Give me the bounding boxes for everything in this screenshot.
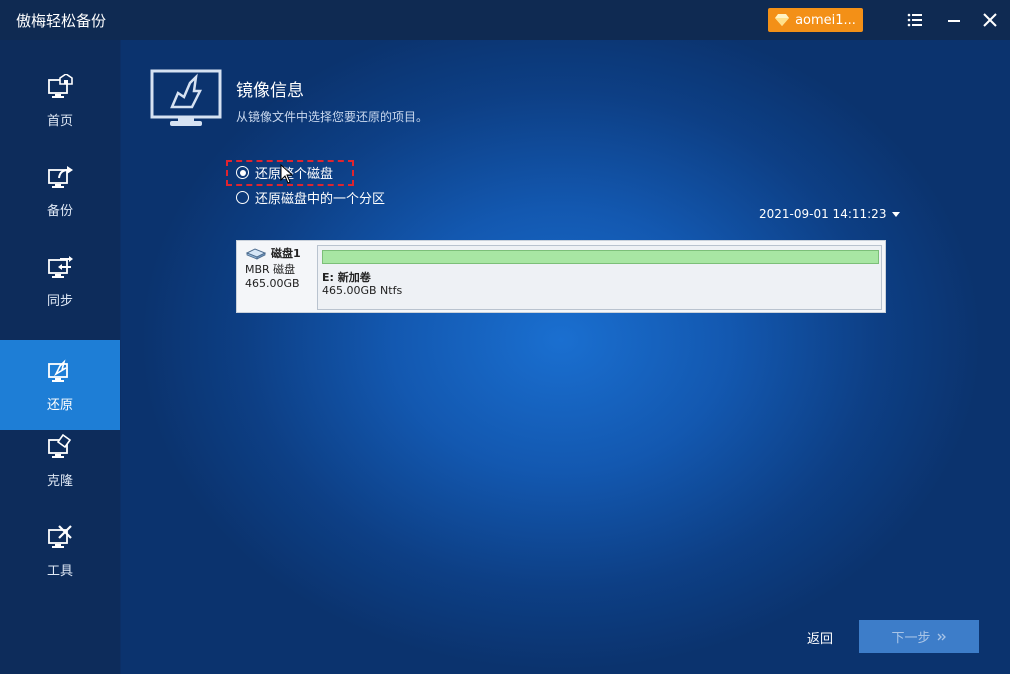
backup-monitor-icon [48,165,73,188]
mouse-cursor-icon [280,164,294,184]
sidebar-item-label: 首页 [46,113,73,129]
disk-info: 磁盘1 MBR 磁盘 465.00GB [245,247,301,291]
clone-monitor-icon [48,433,72,458]
partition-label: E: 新加卷 [322,271,371,284]
option-label: 还原磁盘中的一个分区 [255,192,386,207]
sidebar-item-sync[interactable]: 同步 [0,236,120,326]
home-monitor-icon [48,73,73,98]
titlebar: 傲梅轻松备份 aomei1... [0,0,1010,40]
backup-time-selector[interactable]: 2021-09-01 14:11:23 [759,207,901,221]
page-title: 镜像信息 [236,81,304,101]
minimize-icon[interactable] [944,10,964,30]
sidebar-item-label: 还原 [46,397,73,413]
restore-monitor-icon [48,358,68,382]
disk-map[interactable]: 磁盘1 MBR 磁盘 465.00GB E: 新加卷 465.00GB Ntfs [236,240,886,313]
sidebar-item-label: 工具 [46,563,73,579]
sidebar-item-clone[interactable]: 克隆 [0,416,120,506]
diamond-icon [775,14,790,26]
next-label: 下一步 [891,631,931,646]
partition-usage-bar [322,250,879,264]
sidebar-item-label: 同步 [46,293,73,309]
next-button[interactable]: 下一步 [859,620,979,653]
sidebar: 首页 备份 同步 还原 克隆 工具 [0,40,120,674]
disk-name: 磁盘1 [271,247,301,260]
tools-monitor-icon [48,524,72,548]
disk-icon [245,248,267,260]
account-label: aomei1... [795,12,856,28]
double-chevron-right-icon [937,633,946,640]
sidebar-item-label: 克隆 [46,473,73,489]
partition-size: 465.00GB Ntfs [322,284,403,297]
restore-monitor-icon [150,69,222,126]
close-icon[interactable] [980,10,1000,30]
sidebar-item-label: 备份 [46,203,73,219]
sidebar-item-tools[interactable]: 工具 [0,506,120,596]
radio-button[interactable] [236,191,249,204]
option-restore-partition[interactable]: 还原磁盘中的一个分区 [236,188,385,207]
back-button[interactable]: 返回 [807,628,833,647]
sidebar-item-backup[interactable]: 备份 [0,146,120,236]
chevron-down-icon [892,211,901,217]
account-button[interactable]: aomei1... [768,8,863,32]
menu-icon[interactable] [905,10,925,30]
backup-time: 2021-09-01 14:11:23 [759,207,887,221]
sync-monitor-icon [48,255,73,278]
page-subtitle: 从镜像文件中选择您要还原的项目。 [236,110,429,124]
disk-size: 465.00GB [245,277,300,290]
app-title: 傲梅轻松备份 [16,11,107,30]
disk-type: MBR 磁盘 [245,263,296,276]
sidebar-item-home[interactable]: 首页 [0,56,120,146]
partition-block[interactable]: E: 新加卷 465.00GB Ntfs [317,245,882,310]
main-panel: 镜像信息 从镜像文件中选择您要还原的项目。 还原整个磁盘 还原磁盘中的一个分区 … [121,40,1010,674]
